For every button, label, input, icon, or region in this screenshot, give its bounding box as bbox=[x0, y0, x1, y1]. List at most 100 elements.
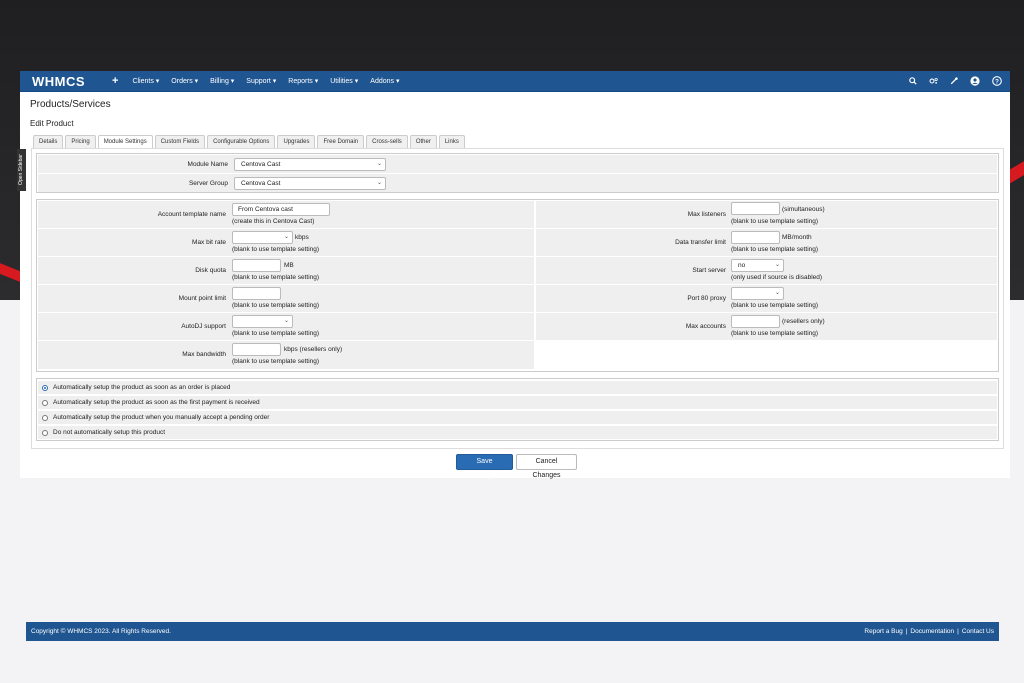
max-bit-rate-help: (blank to use template setting) bbox=[232, 246, 320, 253]
autodj-support-help: (blank to use template setting) bbox=[232, 330, 320, 337]
setup-option-on-accept[interactable]: Automatically setup the product when you… bbox=[38, 411, 997, 424]
autodj-support-label: AutoDJ support bbox=[181, 323, 226, 330]
start-server-select[interactable]: no ⌄ bbox=[731, 259, 784, 272]
setup-option-label: Automatically setup the product when you… bbox=[53, 414, 270, 421]
port80-proxy-help: (blank to use template setting) bbox=[731, 302, 819, 309]
copyright-text: Copyright © WHMCS 2023. All Rights Reser… bbox=[31, 628, 171, 635]
tab-custom-fields[interactable]: Custom Fields bbox=[154, 135, 206, 148]
nav-orders[interactable]: Orders ▾ bbox=[171, 77, 198, 85]
mount-point-limit-label: Mount point limit bbox=[178, 295, 226, 302]
quick-add-button[interactable]: + bbox=[112, 75, 118, 87]
port80-proxy-label: Port 80 proxy bbox=[687, 295, 726, 302]
nav-utilities[interactable]: Utilities ▾ bbox=[330, 77, 358, 85]
search-icon[interactable] bbox=[909, 77, 917, 85]
max-accounts-input[interactable] bbox=[731, 315, 780, 328]
tab-free-domain[interactable]: Free Domain bbox=[317, 135, 365, 148]
setup-option-on-payment[interactable]: Automatically setup the product as soon … bbox=[38, 396, 997, 409]
data-transfer-limit-input[interactable] bbox=[731, 231, 780, 244]
settings-grid: Account template name From Centova cast … bbox=[36, 199, 999, 372]
open-sidebar-tab[interactable]: Open Sidebar bbox=[17, 149, 26, 191]
nav-support[interactable]: Support ▾ bbox=[246, 77, 276, 85]
max-bit-rate-unit: kbps bbox=[295, 234, 309, 241]
chevron-down-icon: ⌄ bbox=[774, 290, 780, 296]
row-bg bbox=[536, 341, 997, 369]
disk-quota-help: (blank to use template setting) bbox=[232, 274, 320, 281]
setup-option-label: Automatically setup the product as soon … bbox=[53, 384, 231, 391]
report-bug-link[interactable]: Report a Bug bbox=[864, 628, 902, 635]
documentation-link[interactable]: Documentation bbox=[910, 628, 954, 635]
chevron-down-icon: ⌄ bbox=[376, 160, 382, 167]
max-bandwidth-unit: kbps (resellers only) bbox=[284, 346, 343, 353]
setup-option-on-order[interactable]: Automatically setup the product as soon … bbox=[38, 381, 997, 394]
chevron-down-icon: ⌄ bbox=[283, 318, 289, 324]
data-transfer-limit-unit: MB/month bbox=[782, 234, 812, 241]
data-transfer-limit-label: Data transfer limit bbox=[675, 239, 726, 246]
max-accounts-unit: (resellers only) bbox=[782, 318, 825, 325]
disk-quota-input[interactable] bbox=[232, 259, 281, 272]
nav-icons: ? bbox=[909, 76, 1002, 86]
tab-pricing[interactable]: Pricing bbox=[65, 135, 96, 148]
server-group-label: Server Group bbox=[188, 179, 228, 187]
whmcs-logo[interactable]: WHMCS bbox=[32, 74, 112, 89]
module-name-row: Module Name Centova Cast ⌄ bbox=[38, 155, 997, 173]
max-bit-rate-select[interactable]: ⌄ bbox=[232, 231, 293, 244]
autodj-support-select[interactable]: ⌄ bbox=[232, 315, 293, 328]
help-icon[interactable]: ? bbox=[992, 76, 1002, 86]
tab-cross-sells[interactable]: Cross-sells bbox=[366, 135, 408, 148]
tab-upgrades[interactable]: Upgrades bbox=[277, 135, 316, 148]
chevron-down-icon: ⌄ bbox=[283, 234, 289, 240]
setup-option-label: Automatically setup the product as soon … bbox=[53, 399, 260, 406]
mount-point-limit-help: (blank to use template setting) bbox=[232, 302, 320, 309]
max-listeners-unit: (simultaneous) bbox=[782, 206, 825, 213]
disk-quota-label: Disk quota bbox=[195, 267, 226, 274]
radio[interactable] bbox=[42, 399, 48, 406]
tab-other[interactable]: Other bbox=[409, 135, 437, 148]
account-template-input[interactable]: From Centova cast bbox=[232, 203, 330, 216]
setup-option-none[interactable]: Do not automatically setup this product bbox=[38, 426, 997, 439]
radio[interactable] bbox=[42, 414, 48, 421]
max-listeners-input[interactable] bbox=[731, 202, 780, 215]
wrench-icon[interactable] bbox=[950, 77, 958, 85]
user-icon[interactable] bbox=[970, 76, 980, 86]
nav-reports[interactable]: Reports ▾ bbox=[288, 77, 318, 85]
max-listeners-help: (blank to use template setting) bbox=[731, 218, 819, 225]
server-group-row: Server Group Centova Cast ⌄ bbox=[38, 174, 997, 192]
tab-configurable-options[interactable]: Configurable Options bbox=[207, 135, 276, 148]
tab-module-settings[interactable]: Module Settings bbox=[97, 135, 153, 149]
nav-addons[interactable]: Addons ▾ bbox=[370, 77, 399, 85]
nav-billing[interactable]: Billing ▾ bbox=[210, 77, 234, 85]
save-changes-button[interactable]: Save Changes bbox=[456, 454, 513, 479]
start-server-help: (only used if source is disabled) bbox=[731, 274, 823, 281]
module-select-box: Module Name Centova Cast ⌄ Server Group C… bbox=[36, 153, 999, 193]
radio[interactable] bbox=[42, 429, 48, 436]
cancel-changes-button[interactable]: Cancel Changes bbox=[516, 454, 577, 479]
max-bandwidth-input[interactable] bbox=[232, 343, 281, 356]
footer-separator: | bbox=[905, 628, 908, 635]
module-name-select[interactable]: Centova Cast ⌄ bbox=[234, 157, 386, 171]
svg-text:?: ? bbox=[995, 78, 999, 85]
top-navbar: WHMCS + Clients ▾ Orders ▾ Billing ▾ Sup… bbox=[20, 71, 1010, 92]
mount-point-limit-input[interactable] bbox=[232, 287, 281, 300]
account-template-help: (create this in Centova Cast) bbox=[232, 218, 315, 225]
max-bandwidth-label: Max bandwidth bbox=[182, 351, 226, 358]
contact-us-link[interactable]: Contact Us bbox=[962, 628, 994, 635]
data-transfer-limit-help: (blank to use template setting) bbox=[731, 246, 819, 253]
start-server-label: Start server bbox=[692, 267, 726, 274]
max-accounts-help: (blank to use template setting) bbox=[731, 330, 819, 337]
gear-icon[interactable] bbox=[929, 77, 938, 85]
module-settings-panel: Module Name Centova Cast ⌄ Server Group C… bbox=[31, 148, 1004, 449]
server-group-select[interactable]: Centova Cast ⌄ bbox=[234, 176, 386, 190]
page-title: Products/Services bbox=[30, 99, 111, 110]
radio-selected[interactable] bbox=[42, 384, 48, 391]
footer-separator: | bbox=[957, 628, 959, 635]
module-name-label: Module Name bbox=[187, 160, 228, 168]
page-subtitle: Edit Product bbox=[30, 119, 74, 128]
port80-proxy-select[interactable]: ⌄ bbox=[731, 287, 784, 300]
setup-options-box: Automatically setup the product as soon … bbox=[36, 378, 999, 441]
max-bit-rate-label: Max bit rate bbox=[192, 239, 226, 246]
tab-details[interactable]: Details bbox=[33, 135, 64, 148]
nav-clients[interactable]: Clients ▾ bbox=[132, 77, 159, 85]
chevron-down-icon: ⌄ bbox=[774, 262, 780, 268]
product-tabs: Details Pricing Module Settings Custom F… bbox=[33, 135, 465, 149]
tab-links[interactable]: Links bbox=[438, 135, 465, 148]
